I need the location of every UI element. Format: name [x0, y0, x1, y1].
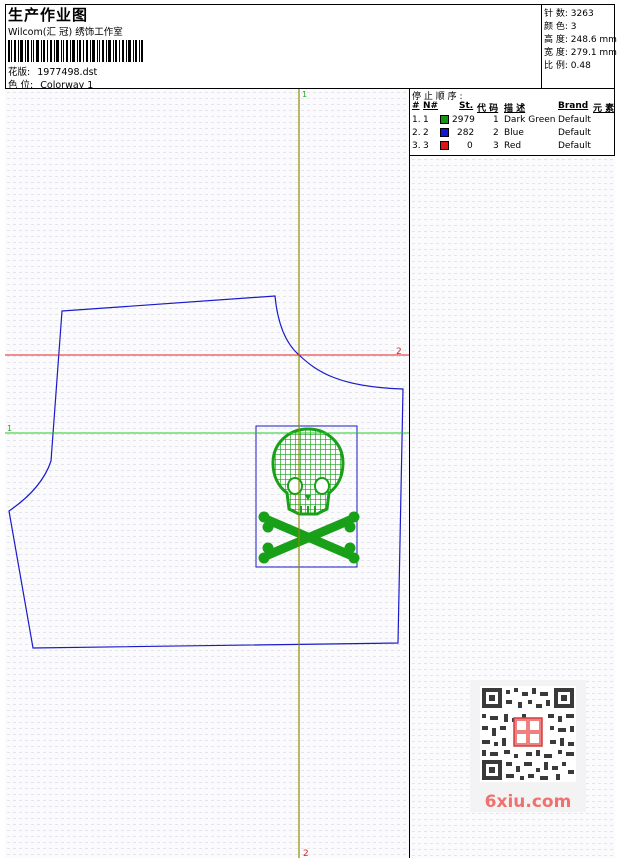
- watermark-text: 6xiu.com: [485, 792, 572, 812]
- green-guide-label: 1: [7, 424, 12, 433]
- canvas-background: [5, 89, 409, 858]
- col-description: 描 述: [504, 104, 526, 114]
- col-code: 代 码: [477, 104, 499, 114]
- col-brand: Brand: [558, 101, 589, 111]
- color-swatch: [440, 141, 449, 150]
- stat-width: 宽 度: 279.1 mm: [544, 48, 617, 58]
- stat-colors: 颜 色: 3: [544, 22, 577, 32]
- barcode: [8, 40, 143, 62]
- col-needle: N#: [423, 101, 439, 111]
- watermark-qr-stamp: 6xiu.com: [470, 680, 586, 812]
- design-file-row: 花版: 1977498.dst: [8, 64, 97, 78]
- studio-name: Wilcom(汇 冠) 绣饰工作室: [8, 27, 123, 38]
- stat-scale: 比 例: 0.48: [544, 61, 591, 71]
- stat-stitches: 针 数: 3263: [544, 9, 594, 19]
- col-stitches: St.: [459, 101, 474, 111]
- col-element: 元 素: [593, 104, 615, 114]
- color-swatch: [440, 115, 449, 124]
- page-title: 生产作业图: [8, 6, 89, 24]
- header-info: 生产作业图 Wilcom(汇 冠) 绣饰工作室 花版: 1977498.dst …: [5, 4, 542, 91]
- stats-panel: 针 数: 3263 颜 色: 3 高 度: 248.6 mm 宽 度: 279.…: [542, 4, 617, 88]
- col-num: #: [412, 101, 420, 111]
- vertical-guide-bottom-label: 2: [303, 849, 309, 858]
- stop-sequence-table: 停 止 顺 序 : # N# St. 代 码 描 述 Brand 元 素 1. …: [410, 89, 615, 155]
- color-swatch: [440, 128, 449, 137]
- design-canvas: 1 2 2 1: [5, 89, 409, 858]
- qr-code-icon: [480, 686, 576, 782]
- vertical-guide-top-label: 1: [302, 90, 307, 99]
- red-guide-label: 2: [396, 347, 402, 357]
- stat-height: 高 度: 248.6 mm: [544, 35, 617, 45]
